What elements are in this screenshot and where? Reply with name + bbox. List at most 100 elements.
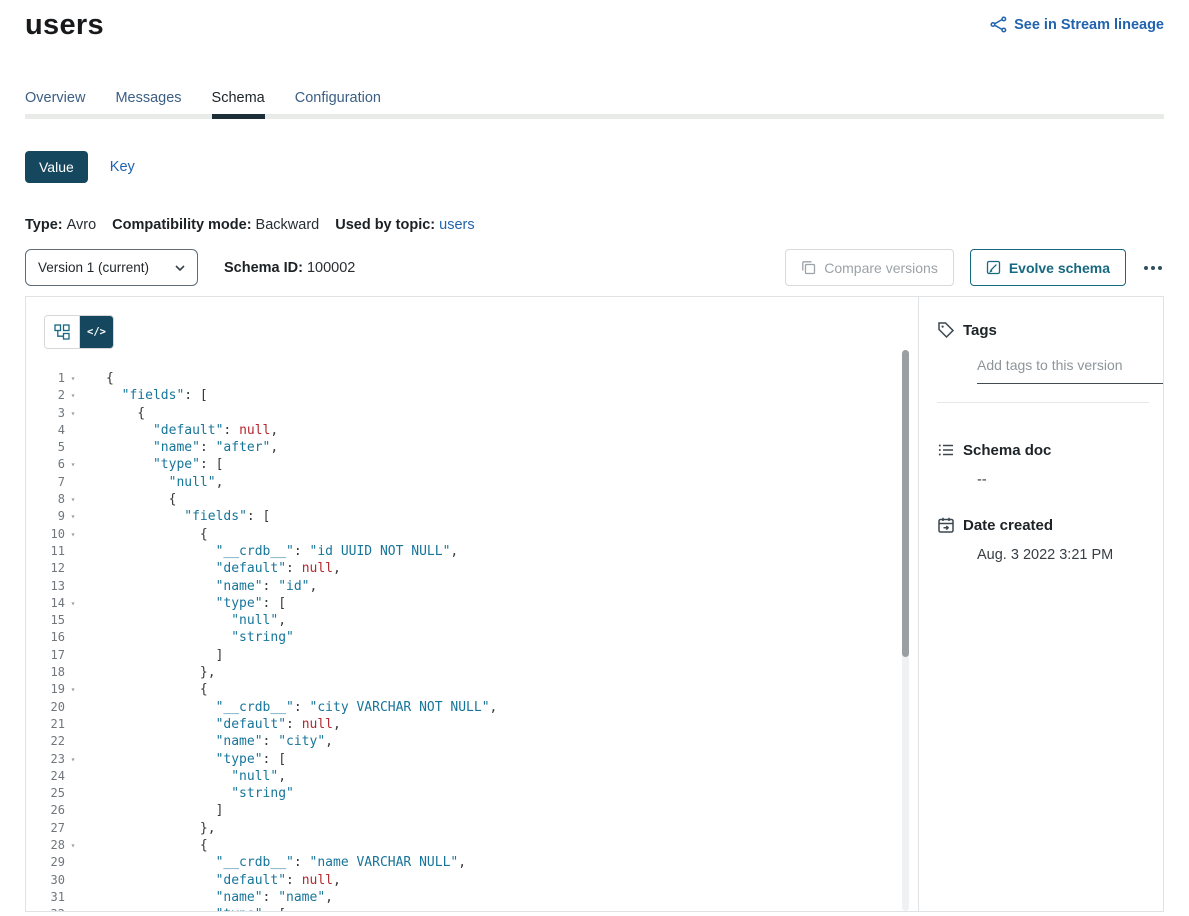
tag-icon [937, 321, 955, 339]
fold-toggle-icon[interactable]: ▾ [65, 751, 81, 768]
type-label: Type: [25, 217, 63, 233]
code-line: 7 "null", [26, 474, 918, 491]
fold-toggle-icon[interactable]: ▾ [65, 906, 81, 911]
fold-toggle-icon[interactable]: ▾ [65, 595, 81, 612]
chevron-down-icon [175, 265, 185, 271]
meta-type: Type:Avro [25, 217, 96, 233]
tags-input[interactable] [977, 355, 1164, 384]
code-line: 26 ] [26, 802, 918, 819]
evolve-schema-button[interactable]: Evolve schema [970, 249, 1126, 286]
compatibility-value: Backward [256, 217, 320, 233]
code-line: 5 "name": "after", [26, 439, 918, 456]
code-line: 25 "string" [26, 785, 918, 802]
stream-lineage-label: See in Stream lineage [1014, 17, 1164, 33]
tree-view-button[interactable] [45, 316, 79, 348]
value-toggle-button[interactable]: Value [25, 151, 88, 183]
stream-lineage-link[interactable]: See in Stream lineage [990, 16, 1164, 33]
line-number: 4 [26, 422, 65, 439]
meta-topic: Used by topic:users [335, 217, 474, 233]
tab-bar: Overview Messages Schema Configuration [25, 90, 1164, 119]
code-text: "name": "name", [106, 889, 333, 906]
tab-configuration[interactable]: Configuration [295, 90, 381, 114]
fold-toggle-icon[interactable]: ▾ [65, 526, 81, 543]
code-line: 1▾{ [26, 370, 918, 387]
code-text: { [106, 526, 208, 543]
code-line: 16 "string" [26, 629, 918, 646]
line-number: 17 [26, 647, 65, 664]
code-text: "type": [ [106, 595, 286, 612]
line-number: 23 [26, 751, 65, 768]
tab-messages[interactable]: Messages [115, 90, 181, 114]
code-text: { [106, 837, 208, 854]
code-line: 18 }, [26, 664, 918, 681]
fold-toggle-icon[interactable]: ▾ [65, 681, 81, 698]
tab-overview[interactable]: Overview [25, 90, 85, 114]
line-number: 14 [26, 595, 65, 612]
sidebar-divider [937, 402, 1149, 403]
code-line: 23▾ "type": [ [26, 751, 918, 768]
code-line: 2▾ "fields": [ [26, 387, 918, 404]
code-line: 3▾ { [26, 405, 918, 422]
schema-id: Schema ID:100002 [224, 260, 355, 276]
code-text: "name": "city", [106, 733, 333, 750]
code-line: 29 "__crdb__": "name VARCHAR NULL", [26, 854, 918, 871]
line-number: 12 [26, 560, 65, 577]
code-text: "null", [106, 768, 286, 785]
code-text: "default": null, [106, 560, 341, 577]
more-options-button[interactable] [1142, 258, 1164, 278]
schema-meta-row: Type:Avro Compatibility mode:Backward Us… [25, 217, 1164, 233]
line-number: 11 [26, 543, 65, 560]
code-text: ] [106, 647, 223, 664]
topic-link[interactable]: users [439, 217, 474, 233]
fold-toggle-icon[interactable]: ▾ [65, 456, 81, 473]
code-line: 9▾ "fields": [ [26, 508, 918, 525]
code-lines: 1▾{2▾ "fields": [3▾ {4 "default": null, 5… [26, 370, 918, 911]
scrollbar-thumb[interactable] [902, 350, 909, 657]
code-text: { [106, 405, 145, 422]
code-text: "name": "after", [106, 439, 278, 456]
fold-spacer [65, 560, 81, 577]
fold-spacer [65, 664, 81, 681]
fold-spacer [65, 578, 81, 595]
line-number: 27 [26, 820, 65, 837]
code-line: 12 "default": null, [26, 560, 918, 577]
edit-icon [986, 260, 1001, 275]
editor-scrollbar[interactable] [902, 350, 909, 911]
fold-spacer [65, 543, 81, 560]
fold-spacer [65, 647, 81, 664]
code-line: 24 "null", [26, 768, 918, 785]
schema-page: users See in Stream lineage Overview Mes… [0, 0, 1189, 912]
fold-toggle-icon[interactable]: ▾ [65, 491, 81, 508]
line-number: 15 [26, 612, 65, 629]
line-number: 21 [26, 716, 65, 733]
schema-id-value: 100002 [307, 260, 355, 276]
fold-toggle-icon[interactable]: ▾ [65, 370, 81, 387]
fold-toggle-icon[interactable]: ▾ [65, 837, 81, 854]
code-text: "null", [106, 474, 223, 491]
code-text: "type": [ [106, 906, 286, 911]
line-number: 7 [26, 474, 65, 491]
code-text: "fields": [ [106, 508, 270, 525]
line-number: 25 [26, 785, 65, 802]
code-view-button[interactable]: </> [79, 316, 113, 348]
details-sidebar: Tags Schema doc -- Da [919, 297, 1163, 911]
fold-toggle-icon[interactable]: ▾ [65, 387, 81, 404]
stream-lineage-icon [990, 16, 1007, 33]
code-line: 28▾ { [26, 837, 918, 854]
fold-toggle-icon[interactable]: ▾ [65, 405, 81, 422]
tags-section-header: Tags [937, 321, 1149, 339]
evolve-schema-label: Evolve schema [1009, 260, 1110, 276]
page-header: users See in Stream lineage [25, 8, 1164, 42]
compare-versions-button[interactable]: Compare versions [785, 249, 954, 286]
fold-toggle-icon[interactable]: ▾ [65, 508, 81, 525]
version-select[interactable]: Version 1 (current) [25, 249, 198, 286]
code-text: "default": null, [106, 716, 341, 733]
schema-doc-title: Schema doc [963, 442, 1051, 459]
code-text: "name": "id", [106, 578, 317, 595]
tab-schema[interactable]: Schema [212, 90, 265, 114]
line-number: 30 [26, 872, 65, 889]
line-number: 26 [26, 802, 65, 819]
key-toggle-button[interactable]: Key [110, 159, 135, 175]
code-text: }, [106, 820, 216, 837]
fold-spacer [65, 802, 81, 819]
